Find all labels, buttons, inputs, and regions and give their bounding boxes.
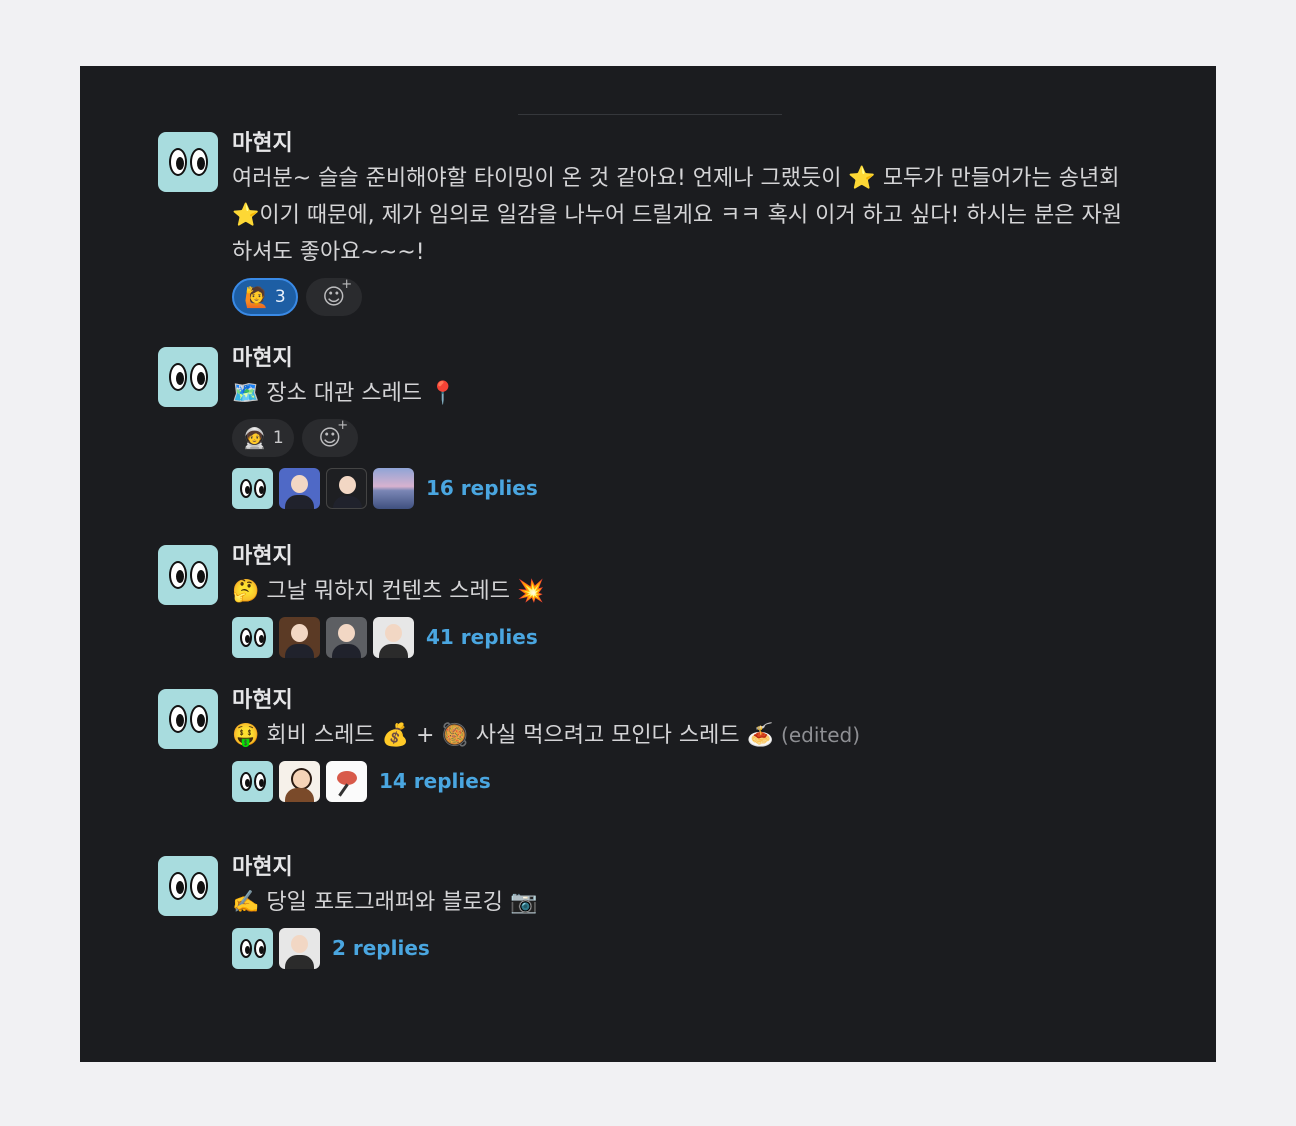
replier-avatar [232,467,273,509]
replier-avatar [279,616,320,658]
replier-avatar [373,467,414,509]
replier-avatar [279,760,320,802]
replier-avatar [232,927,273,969]
message-text: 🤑 회비 스레드 💰 + 🥘 사실 먹으려고 모인다 스레드 🍝 (edited… [232,717,1138,754]
replier-avatar [326,616,367,658]
googly-eyes-icon[interactable] [158,347,218,407]
replier-avatar [232,616,273,658]
googly-eyes-icon[interactable] [158,545,218,605]
replier-avatar [279,927,320,969]
reaction-count: 3 [274,287,286,307]
author-name[interactable]: 마현지 [232,130,1138,158]
add-reaction-icon: ☺ + [318,417,349,451]
author-name[interactable]: 마현지 [232,687,1138,715]
googly-eyes-icon[interactable] [158,689,218,749]
author-name[interactable]: 마현지 [232,543,1138,571]
thread-replies[interactable]: 16 replies [232,467,1138,509]
edited-label: (edited) [781,723,861,747]
googly-eyes-icon[interactable] [158,856,218,916]
message-text: ✍️ 당일 포토그래퍼와 블로깅 📷 [232,890,538,915]
replies-link[interactable]: 41 replies [426,625,538,649]
reaction-pill[interactable]: 🧑‍🚀 1 [232,419,294,457]
message-text: 여러분~ 슬슬 준비해야할 타이밍이 온 것 같아요! 언제나 그랬듯이 ⭐️ … [232,166,1122,265]
reactions-bar: 🙋 3 ☺ + [232,276,1138,316]
author-name[interactable]: 마현지 [232,345,1138,373]
thread-replies[interactable]: 2 replies [232,927,1138,969]
divider [518,114,782,115]
reaction-count: 1 [272,428,284,448]
replies-link[interactable]: 14 replies [379,769,491,793]
message-text-content: 🤑 회비 스레드 💰 + 🥘 사실 먹으려고 모인다 스레드 🍝 [232,723,775,748]
add-reaction-button[interactable]: ☺ + [301,417,358,457]
author-name[interactable]: 마현지 [232,854,1138,882]
thread-replies[interactable]: 14 replies [232,760,1138,802]
replier-avatar [232,760,273,802]
replier-avatar [373,616,414,658]
replier-avatar [279,467,320,509]
add-reaction-button[interactable]: ☺ + [305,276,362,316]
reactions-bar: 🧑‍🚀 1 ☺ + [232,417,1138,457]
add-reaction-icon: ☺ + [322,276,353,310]
replies-link[interactable]: 16 replies [426,476,538,500]
reaction-emoji: 🧑‍🚀 [242,426,267,450]
message-text: 🤔 그날 뭐하지 컨텐츠 스레드 💥 [232,579,545,604]
reaction-emoji: 🙋 [244,285,269,309]
replies-link[interactable]: 2 replies [332,936,430,960]
reaction-pill[interactable]: 🙋 3 [232,278,298,316]
message-panel: 마현지 여러분~ 슬슬 준비해야할 타이밍이 온 것 같아요! 언제나 그랬듯이… [80,66,1216,1062]
thread-replies[interactable]: 41 replies [232,616,1138,658]
replier-avatar [326,467,367,509]
message-text: 🗺️ 장소 대관 스레드 📍 [232,381,457,406]
googly-eyes-icon[interactable] [158,132,218,192]
replier-avatar [326,760,367,802]
